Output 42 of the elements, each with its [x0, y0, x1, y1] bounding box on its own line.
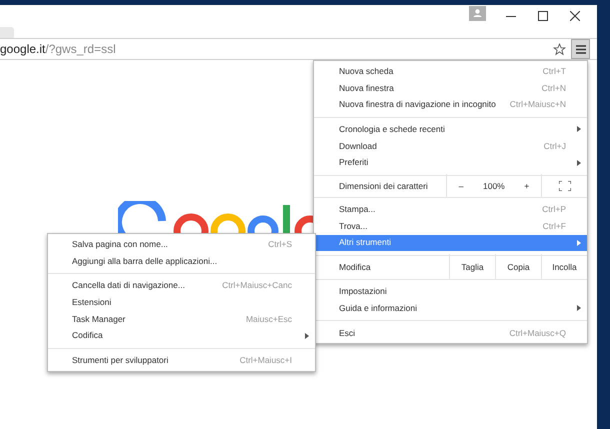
menu-item[interactable]: Nuova finestra Ctrl+N	[314, 80, 587, 96]
menu-button[interactable]	[571, 39, 590, 59]
menu-item[interactable]: Task Manager Maiusc+Esc	[48, 310, 315, 328]
shortcut-label: Ctrl+Maiusc+Canc	[222, 279, 292, 292]
star-icon[interactable]	[553, 42, 566, 56]
menu-item[interactable]: Aggiungi alla barra delle applicazioni...	[48, 252, 315, 270]
menu-item[interactable]: Salva pagina con nome... Ctrl+S	[48, 236, 315, 253]
menu-item[interactable]: Estensioni	[48, 294, 315, 311]
zoom-out-button[interactable]: –	[454, 180, 468, 192]
zoom-level: 100%	[483, 180, 505, 192]
menu-item[interactable]: Preferiti	[314, 154, 587, 172]
menu-label: Dimensioni dei caratteri	[338, 180, 429, 193]
shortcut-label: Ctrl+Maiusc+I	[240, 354, 292, 367]
menu-item[interactable]: Nuova scheda Ctrl+T	[314, 63, 587, 80]
shortcut-label: Ctrl+J	[544, 140, 566, 152]
close-icon[interactable]	[570, 11, 580, 21]
menu-item[interactable]: Strumenti per sviluppatori Ctrl+Maiusc+I	[48, 352, 315, 369]
menu-item[interactable]: Guida e informazioni	[314, 300, 587, 317]
shortcut-label: Ctrl+P	[542, 203, 566, 216]
fullscreen-icon[interactable]	[558, 181, 570, 192]
menu-item[interactable]: Cronologia e schede recenti	[314, 121, 587, 138]
zoom-in-button[interactable]: +	[520, 180, 534, 192]
menu-item[interactable]: Esci Ctrl+Maiusc+Q	[314, 324, 587, 342]
shortcut-label: Ctrl+T	[542, 64, 566, 78]
menu-item[interactable]: Stampa... Ctrl+P	[314, 201, 587, 218]
shortcut-label: Ctrl+Maiusc+N	[510, 98, 566, 112]
menu-item[interactable]: Download Ctrl+J	[314, 138, 587, 154]
menu-item[interactable]: Nuova finestra di navigazione in incognito Ctrl+Maiusc+N	[314, 96, 587, 114]
menu-label: Modifica	[338, 260, 372, 274]
shortcut-label: Ctrl+F	[542, 220, 566, 233]
maximize-icon[interactable]	[538, 11, 548, 21]
menu-item[interactable]: Trova... Ctrl+F	[314, 218, 587, 234]
menu-icon	[576, 44, 586, 54]
shortcut-label: Ctrl+N	[542, 82, 566, 94]
shortcut-label: Ctrl+Maiusc+Q	[509, 326, 566, 340]
menu-item[interactable]: Codifica	[48, 327, 315, 344]
menu-item[interactable]: Impostazioni	[314, 283, 587, 300]
shortcut-label: Ctrl+S	[268, 238, 292, 251]
menu-item[interactable]: Altri strumenti	[314, 234, 587, 252]
shortcut-label: Maiusc+Esc	[246, 312, 292, 326]
address-field[interactable]: google.it/?gws_rd=ssl	[0, 40, 553, 58]
menu-item[interactable]: Cancella dati di navigazione... Ctrl+Maiusc+Canc	[48, 277, 315, 294]
